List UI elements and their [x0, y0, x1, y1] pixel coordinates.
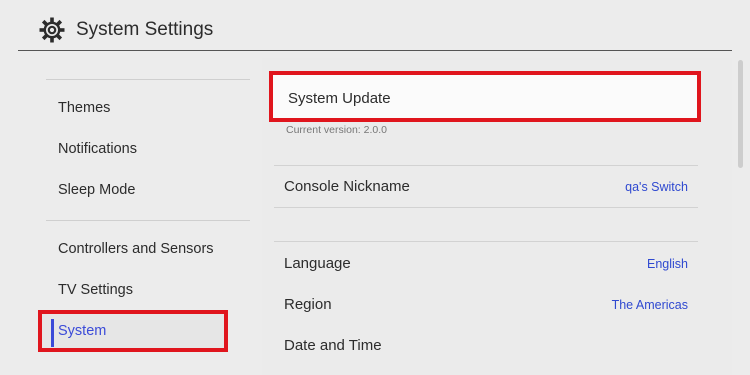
switch-settings-screen: amiibo Themes Notifications Sleep Mode C…: [0, 0, 750, 375]
sidebar-item-label: TV Settings: [58, 282, 133, 298]
scrollbar[interactable]: [738, 60, 743, 168]
content-divider: [274, 241, 698, 242]
date-and-time-label: Date and Time: [284, 337, 382, 354]
sidebar-item-label: System: [58, 323, 107, 339]
sidebar-item-label: Themes: [58, 100, 111, 116]
gear-icon: [39, 17, 65, 43]
sidebar-item-label: Notifications: [58, 141, 137, 157]
language-label: Language: [284, 255, 351, 272]
content-divider: [274, 165, 698, 166]
sidebar-item-system[interactable]: System: [38, 310, 228, 352]
system-update-label: System Update: [288, 90, 391, 107]
sidebar-divider: [46, 220, 250, 221]
selected-indicator: [51, 319, 54, 347]
sidebar-item-label: Sleep Mode: [58, 182, 136, 198]
sidebar-item-notifications[interactable]: Notifications: [58, 141, 137, 157]
language-value: English: [647, 257, 688, 271]
current-version-text: Current version: 2.0.0: [286, 124, 387, 136]
sidebar-item-sleep-mode[interactable]: Sleep Mode: [58, 182, 135, 198]
sidebar-item-themes[interactable]: Themes: [58, 100, 110, 116]
console-nickname-value: qa's Switch: [625, 180, 688, 194]
console-nickname-label: Console Nickname: [284, 178, 410, 195]
sidebar-divider: [46, 79, 250, 80]
content-divider: [274, 207, 698, 208]
header: System Settings: [0, 0, 750, 58]
header-divider: [18, 50, 732, 51]
partial-row-text: [286, 369, 456, 375]
region-value: The Americas: [611, 298, 688, 312]
page-title: System Settings: [76, 19, 214, 40]
region-label: Region: [284, 296, 332, 313]
sidebar-item-label: Controllers and Sensors: [58, 241, 214, 257]
system-update-button[interactable]: System Update: [269, 71, 701, 122]
sidebar-item-tv-settings[interactable]: TV Settings: [58, 282, 133, 298]
sidebar-item-controllers-and-sensors[interactable]: Controllers and Sensors: [58, 241, 214, 257]
